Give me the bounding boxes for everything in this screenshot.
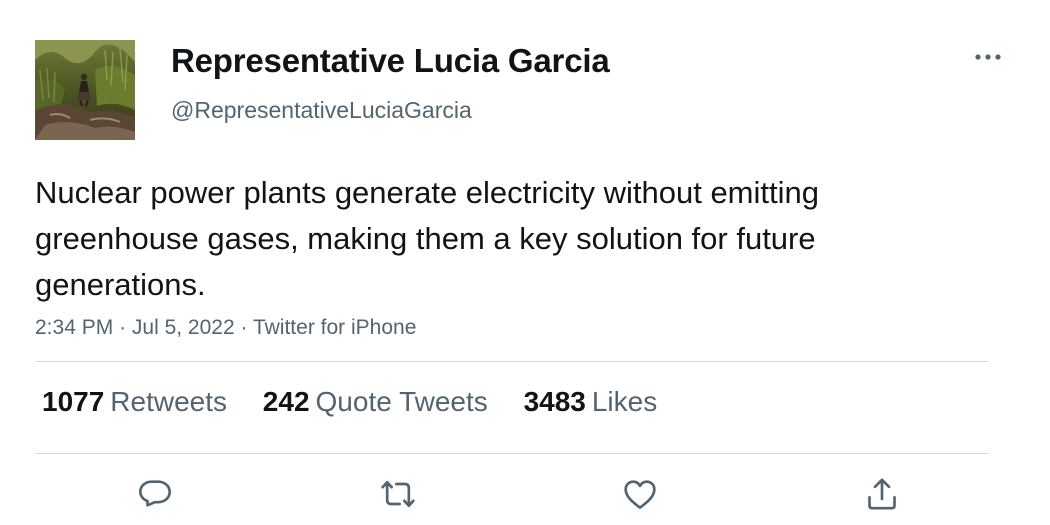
like-button[interactable] bbox=[620, 474, 660, 514]
reply-button[interactable] bbox=[135, 474, 175, 514]
retweets-stat[interactable]: 1077 Retweets bbox=[42, 386, 227, 418]
meta-separator: · bbox=[240, 316, 248, 339]
likes-stat[interactable]: 3483 Likes bbox=[524, 386, 658, 418]
tweet-date[interactable]: Jul 5, 2022 bbox=[132, 316, 235, 339]
avatar[interactable] bbox=[35, 40, 135, 140]
share-button[interactable] bbox=[862, 474, 902, 514]
retweet-icon bbox=[381, 481, 415, 507]
likes-label: Likes bbox=[591, 386, 658, 417]
profile-photo-icon bbox=[35, 40, 135, 140]
divider bbox=[35, 361, 989, 362]
likes-count: 3483 bbox=[523, 386, 586, 417]
quote-tweets-stat[interactable]: 242 Quote Tweets bbox=[263, 386, 488, 418]
retweets-count: 1077 bbox=[42, 386, 105, 417]
more-icon bbox=[975, 54, 1001, 60]
tweet-time[interactable]: 2:34 PM bbox=[35, 316, 113, 339]
tweet-text: Nuclear power plants generate electricit… bbox=[35, 175, 819, 302]
share-icon bbox=[868, 478, 896, 510]
more-options-button[interactable] bbox=[968, 44, 1008, 72]
retweets-label: Retweets bbox=[110, 386, 228, 417]
quote-tweets-count: 242 bbox=[262, 386, 310, 417]
meta-separator: · bbox=[119, 316, 127, 339]
tweet-detail: Representative Lucia Garcia @Representat… bbox=[0, 0, 1050, 525]
reply-icon bbox=[139, 480, 172, 507]
retweet-button[interactable] bbox=[378, 474, 418, 514]
divider bbox=[35, 453, 989, 454]
tweet-metadata: 2:34 PM · Jul 5, 2022 · Twitter for iPho… bbox=[35, 316, 416, 340]
display-name[interactable]: Representative Lucia Garcia bbox=[171, 42, 610, 80]
username-handle[interactable]: @RepresentativeLuciaGarcia bbox=[171, 97, 472, 124]
tweet-source[interactable]: Twitter for iPhone bbox=[253, 316, 416, 339]
engagement-stats: 1077 Retweets 242 Quote Tweets 3483 Likes bbox=[42, 386, 685, 418]
quote-tweets-label: Quote Tweets bbox=[315, 386, 488, 417]
heart-icon bbox=[624, 480, 656, 509]
